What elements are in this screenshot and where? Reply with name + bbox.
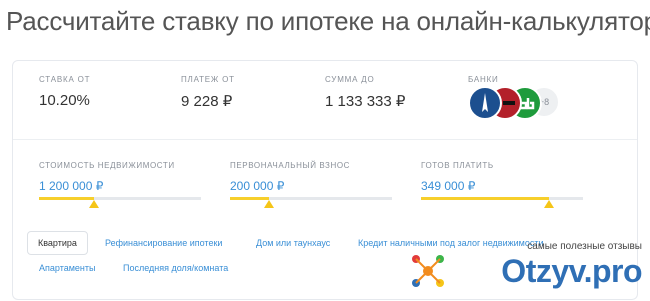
slider-label: ГОТОВ ПЛАТИТЬ (421, 161, 494, 170)
slider-track[interactable] (421, 197, 583, 208)
slider-track[interactable] (230, 197, 392, 208)
bank-logos[interactable]: +8 (468, 86, 568, 120)
amount-stat: СУММА ДО 1 133 333 ₽ (325, 75, 405, 110)
rate-value: 10.20% (39, 92, 90, 109)
tab-last-share[interactable]: Последняя доля/комната (123, 263, 228, 273)
slider-value[interactable]: 1 200 000 ₽ (39, 179, 201, 193)
bank-logo-icon (468, 86, 502, 120)
tab-refinancing[interactable]: Рефинансирование ипотеки (105, 238, 222, 248)
amount-label: СУММА ДО (325, 75, 375, 84)
tab-apartment[interactable]: Квартира (27, 231, 88, 255)
watermark-brand: Otzyv.pro (501, 253, 642, 289)
property-cost-slider[interactable]: СТОИМОСТЬ НЕДВИЖИМОСТИ 1 200 000 ₽ (39, 161, 201, 208)
slider-thumb-icon[interactable] (263, 200, 274, 208)
slider-track[interactable] (39, 197, 201, 208)
watermark: самые полезные отзывы Otzyv.pro (406, 241, 646, 297)
tab-house[interactable]: Дом или таунхаус (256, 238, 330, 248)
divider (13, 139, 637, 140)
slider-value[interactable]: 200 000 ₽ (230, 179, 392, 193)
tab-apartments[interactable]: Апартаменты (39, 263, 95, 273)
banks-stat[interactable]: БАНКИ +8 (468, 75, 568, 120)
rate-stat: СТАВКА ОТ 10.20% (39, 75, 90, 109)
payment-stat: ПЛАТЕЖ ОТ 9 228 ₽ (181, 75, 235, 110)
slider-thumb-icon[interactable] (543, 200, 554, 208)
watermark-tagline: самые полезные отзывы (527, 241, 642, 252)
slider-label: ПЕРВОНАЧАЛЬНЫЙ ВЗНОС (230, 161, 351, 170)
slider-thumb-icon[interactable] (89, 200, 100, 208)
monthly-payment-slider[interactable]: ГОТОВ ПЛАТИТЬ 349 000 ₽ (421, 161, 583, 208)
page-title: Рассчитайте ставку по ипотеке на онлайн-… (6, 6, 650, 36)
banks-label: БАНКИ (468, 75, 499, 84)
otzyv-logo-icon (412, 255, 444, 287)
down-payment-slider[interactable]: ПЕРВОНАЧАЛЬНЫЙ ВЗНОС 200 000 ₽ (230, 161, 392, 208)
slider-fill (421, 197, 549, 200)
amount-value: 1 133 333 ₽ (325, 93, 406, 110)
rate-label: СТАВКА ОТ (39, 75, 91, 84)
slider-value[interactable]: 349 000 ₽ (421, 179, 583, 193)
payment-label: ПЛАТЕЖ ОТ (181, 75, 235, 84)
slider-fill (39, 197, 95, 200)
payment-value: 9 228 ₽ (181, 93, 233, 110)
slider-label: СТОИМОСТЬ НЕДВИЖИМОСТИ (39, 161, 175, 170)
